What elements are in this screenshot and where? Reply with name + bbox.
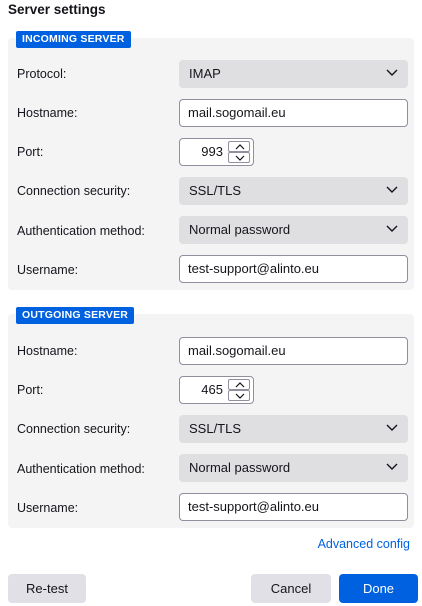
outgoing-port-label: Port:: [17, 383, 44, 397]
advanced-config-link[interactable]: Advanced config: [318, 537, 410, 551]
page-title: Server settings: [8, 2, 106, 17]
incoming-auth-select[interactable]: Normal password: [179, 216, 408, 244]
chevron-down-icon: [386, 463, 398, 470]
outgoing-hostname-label: Hostname:: [17, 344, 78, 358]
incoming-port-input[interactable]: 993: [179, 138, 254, 166]
outgoing-hostname-input[interactable]: mail.sogomail.eu: [179, 337, 408, 365]
incoming-username-label: Username:: [17, 263, 79, 277]
outgoing-port-decrement[interactable]: [228, 390, 250, 401]
outgoing-port-value: 465: [201, 382, 223, 397]
chevron-down-icon: [386, 69, 398, 76]
incoming-hostname-label: Hostname:: [17, 106, 78, 120]
outgoing-auth-select[interactable]: Normal password: [179, 454, 408, 482]
incoming-username-input[interactable]: test-support@alinto.eu: [179, 255, 408, 283]
chevron-down-icon: [386, 424, 398, 431]
incoming-server-heading: INCOMING SERVER: [16, 31, 131, 48]
incoming-port-label: Port:: [17, 145, 44, 159]
chevron-down-icon: [235, 393, 245, 399]
outgoing-security-value: SSL/TLS: [189, 421, 242, 436]
outgoing-port-increment[interactable]: [228, 379, 250, 390]
incoming-auth-value: Normal password: [189, 222, 291, 237]
incoming-hostname-input[interactable]: mail.sogomail.eu: [179, 99, 408, 127]
incoming-security-label: Connection security:: [17, 184, 131, 198]
chevron-up-icon: [235, 144, 245, 150]
incoming-protocol-value: IMAP: [189, 66, 221, 81]
outgoing-username-input[interactable]: test-support@alinto.eu: [179, 493, 408, 521]
chevron-down-icon: [386, 225, 398, 232]
incoming-port-increment[interactable]: [228, 141, 250, 152]
outgoing-port-input[interactable]: 465: [179, 376, 254, 404]
outgoing-server-heading: OUTGOING SERVER: [16, 307, 135, 324]
chevron-up-icon: [235, 382, 245, 388]
chevron-down-icon: [235, 155, 245, 161]
incoming-security-select[interactable]: SSL/TLS: [179, 177, 408, 205]
done-button[interactable]: Done: [339, 574, 418, 603]
incoming-auth-label: Authentication method:: [17, 224, 145, 238]
outgoing-auth-value: Normal password: [189, 460, 291, 475]
outgoing-username-label: Username:: [17, 501, 79, 515]
outgoing-security-label: Connection security:: [17, 422, 131, 436]
outgoing-auth-label: Authentication method:: [17, 462, 145, 476]
cancel-button[interactable]: Cancel: [251, 574, 331, 603]
incoming-port-value: 993: [201, 144, 223, 159]
outgoing-security-select[interactable]: SSL/TLS: [179, 415, 408, 443]
incoming-port-decrement[interactable]: [228, 152, 250, 163]
chevron-down-icon: [386, 186, 398, 193]
incoming-security-value: SSL/TLS: [189, 183, 242, 198]
incoming-protocol-select[interactable]: IMAP: [179, 60, 408, 88]
retest-button[interactable]: Re-test: [8, 574, 86, 603]
incoming-protocol-label: Protocol:: [17, 67, 67, 81]
